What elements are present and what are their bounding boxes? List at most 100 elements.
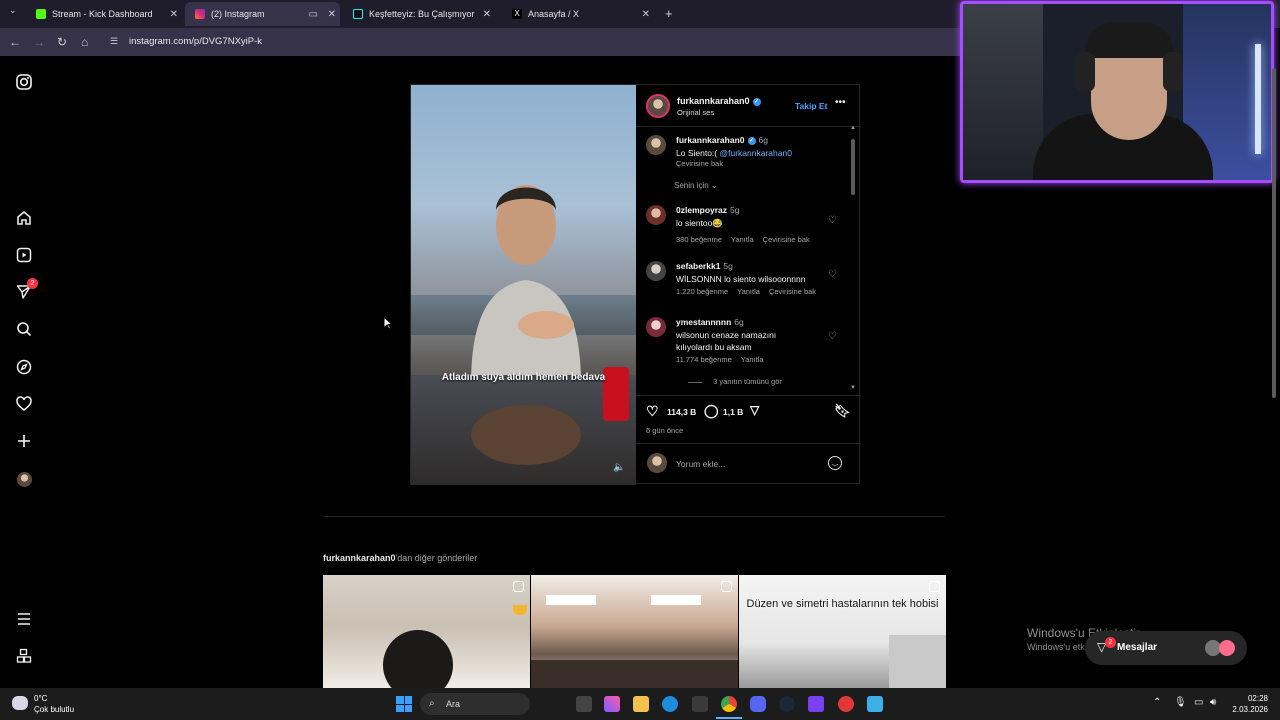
profile-avatar[interactable] [14,469,34,489]
app-icon[interactable] [808,696,824,712]
apps-icon[interactable] [14,646,34,666]
caption-username[interactable]: furkannkarahan0 [676,135,745,145]
instagram-logo-icon[interactable] [14,72,34,92]
scroll-up-icon[interactable]: ▲ [850,125,856,131]
store-icon[interactable] [692,696,708,712]
like-count[interactable]: 114,3 B [667,407,696,417]
caption-mention[interactable]: @furkannkarahan0 [720,148,792,158]
emoji-icon[interactable]: ‿ [828,456,842,470]
back-icon[interactable]: ← [9,35,21,49]
scroll-down-icon[interactable]: ▼ [850,385,856,391]
home-icon[interactable]: ⌂ [81,35,88,49]
comment-username[interactable]: ymestannnnn [676,317,731,327]
explore-icon[interactable] [14,357,34,377]
comment-likes[interactable]: 11.774 beğenme [676,355,732,364]
comment-likes[interactable]: 1.220 beğenme [676,287,728,296]
tab-x[interactable]: X Anasayfa / X ✕ [502,2,654,26]
share-icon[interactable]: ▽ [750,403,759,417]
author-username[interactable]: furkannkarahan0 ✓ [677,96,761,106]
close-tab-icon[interactable]: ✕ [483,9,491,20]
comment-avatar[interactable] [646,317,666,337]
scrollbar-thumb[interactable] [851,139,855,195]
comment-bubble-icon[interactable]: ◯ [704,403,719,419]
reply-button[interactable]: Yanıtla [731,235,754,244]
start-icon[interactable] [396,696,412,712]
comment-likes[interactable]: 380 beğenme [676,235,722,244]
more-posts-username[interactable]: furkannkarahan0 [323,553,396,563]
author-avatar[interactable] [646,94,670,118]
taskbar-clock[interactable]: 02:28 2.03.2026 [1220,693,1268,715]
tab-media-icon[interactable]: ▭ [309,9,318,20]
comment-like-heart-icon[interactable]: ♡ [828,269,837,280]
more-post-thumb[interactable] [531,575,738,688]
discord-icon[interactable] [750,696,766,712]
volume-icon[interactable]: 🔊︎ [1210,697,1216,708]
close-tab-icon[interactable]: ✕ [170,9,178,20]
forward-icon[interactable]: → [33,35,45,49]
audio-label[interactable]: Orijinal ses [677,108,714,117]
sort-dropdown[interactable]: Senin için ⌄ [674,181,718,190]
tab-instagram[interactable]: (2) Instagram ▭ ✕ [185,2,340,26]
caption-translate[interactable]: Çevirisine bak [676,159,732,168]
close-tab-icon[interactable]: ✕ [328,9,336,20]
network-icon[interactable]: ▭ [1194,697,1203,708]
post-video[interactable]: Atladım suya aldım hemen bedava 🔈 [411,85,636,485]
comment-avatar[interactable] [646,261,666,281]
heart-icon[interactable] [14,394,34,414]
site-info-icon[interactable]: ☰ [110,36,118,47]
comment-username[interactable]: 0zlempoyraz [676,205,727,215]
obs-icon[interactable] [838,696,854,712]
comment-username[interactable]: sefaberkk1 [676,261,720,271]
comment-avatar[interactable] [646,205,666,225]
tab-kick-dashboard[interactable]: Stream - Kick Dashboard ✕ [26,2,182,26]
tab-tiktok[interactable]: Keşfetteyiz: Bu Çalışmıyor | TikT ✕ [343,2,495,26]
messages-button[interactable]: ▽ 2 Mesajlar [1085,631,1247,665]
page-scrollbar[interactable] [1270,58,1278,688]
tray-chevron-icon[interactable]: ⌃ [1153,697,1161,708]
view-replies-link[interactable]: 3 yanıtın tümünü gör [688,377,791,386]
follow-button[interactable]: Takip Et [795,101,827,111]
create-icon[interactable] [14,431,34,451]
reels-icon[interactable] [14,245,34,265]
close-tab-icon[interactable]: ✕ [642,9,650,20]
direct-icon[interactable]: 2 [14,278,38,302]
translate-link[interactable]: Çevirisine bak [763,235,810,244]
more-post-thumb[interactable] [323,575,530,688]
search-icon[interactable] [14,319,34,339]
more-post-thumb[interactable]: Düzen ve simetri hastalarının tek hobisi [739,575,946,688]
reply-button[interactable]: Yanıtla [741,355,764,364]
comments-scrollbar[interactable]: ▲ ▼ [850,125,856,391]
more-options-icon[interactable]: ••• [835,97,846,108]
nescafe-cup [603,367,629,421]
home-icon[interactable] [14,208,34,228]
weather-cloud-icon[interactable] [12,696,28,710]
file-explorer-icon[interactable] [633,696,649,712]
weather-widget[interactable]: 0°C Çok bulutlu [34,693,74,715]
task-view-icon[interactable] [576,696,592,712]
edge-icon[interactable] [662,696,678,712]
reply-button[interactable]: Yanıtla [737,287,760,296]
comment-like-heart-icon[interactable]: ♡ [828,331,837,342]
add-comment-input[interactable]: Yorum ekle... [676,459,725,469]
translate-link[interactable]: Çevirisine bak [676,159,723,168]
new-tab-plus-icon[interactable]: + [665,6,673,21]
comment-like-heart-icon[interactable]: ♡ [828,215,837,226]
app-icon[interactable] [867,696,883,712]
caption-avatar[interactable] [646,135,666,155]
widgets-icon[interactable] [604,696,620,712]
microphone-icon[interactable]: 🎙︎ [1174,697,1187,708]
tab-list-chevron-icon[interactable]: ⌄ [9,5,17,16]
chrome-icon[interactable] [721,696,737,712]
comment-text: WİLSONNN lo siento wilsooonnnn [676,274,806,284]
menu-icon[interactable] [14,609,34,629]
like-heart-icon[interactable]: ♡ [646,403,659,420]
taskbar-search[interactable]: ⌕ Ara [420,693,530,715]
reload-icon[interactable]: ↻ [57,35,67,49]
comment-count[interactable]: 1,1 B [723,407,743,417]
steam-icon[interactable] [779,696,795,712]
page-scrollbar-thumb[interactable] [1272,68,1276,398]
bookmark-icon[interactable]: 🔖︎ [834,403,851,419]
mute-icon[interactable]: 🔈 [613,462,625,473]
url-field[interactable]: instagram.com/p/DVG7NXyiP-k [129,36,262,47]
translate-link[interactable]: Çevirisine bak [769,287,816,296]
